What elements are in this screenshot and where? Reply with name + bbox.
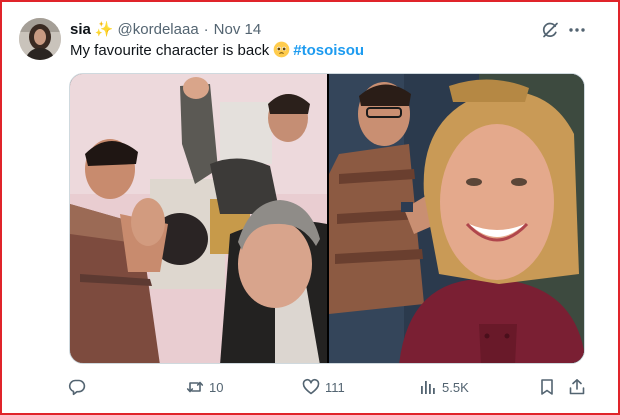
grok-icon[interactable] bbox=[540, 20, 560, 40]
heart-icon bbox=[302, 378, 320, 395]
tweet-text: My favourite character is back #tosoisou bbox=[70, 41, 364, 61]
avatar[interactable] bbox=[19, 18, 61, 60]
analytics-icon bbox=[421, 381, 435, 394]
hashtag-link[interactable]: #tosoisou bbox=[293, 42, 364, 59]
screenshot-frame: sia ✨ @kordelaaa · Nov 14 My favourite c… bbox=[0, 0, 620, 415]
repost-icon bbox=[186, 381, 204, 393]
share-icon bbox=[569, 379, 585, 395]
author-handle[interactable]: @kordelaaa bbox=[118, 21, 199, 38]
more-icon[interactable] bbox=[567, 20, 587, 40]
photo-1-image bbox=[70, 74, 327, 363]
tweet-actions: 10 111 5.5K bbox=[2, 372, 620, 402]
separator-dot: · bbox=[203, 20, 209, 38]
like-count: 111 bbox=[325, 379, 345, 395]
bookmark-icon bbox=[541, 379, 553, 395]
repost-button[interactable]: 10 bbox=[186, 372, 223, 402]
author-name[interactable]: sia bbox=[70, 21, 91, 38]
tweet-header: sia ✨ @kordelaaa · Nov 14 bbox=[70, 19, 261, 39]
photo-2-image bbox=[329, 74, 584, 363]
share-button[interactable] bbox=[568, 372, 586, 402]
reply-button[interactable] bbox=[68, 372, 91, 402]
tweet-date[interactable]: Nov 14 bbox=[214, 21, 262, 38]
photo-1[interactable] bbox=[70, 74, 327, 363]
reply-icon bbox=[68, 379, 86, 396]
view-count: 5.5K bbox=[442, 379, 469, 395]
bookmark-button[interactable] bbox=[538, 372, 556, 402]
avatar-image bbox=[19, 18, 61, 60]
photo-2[interactable] bbox=[329, 74, 584, 363]
sparkle-icon: ✨ bbox=[94, 21, 114, 38]
pleading-face-icon bbox=[273, 41, 290, 58]
tweet-body: My favourite character is back bbox=[70, 42, 270, 59]
views-button[interactable]: 5.5K bbox=[419, 372, 469, 402]
like-button[interactable]: 111 bbox=[302, 372, 345, 402]
media-grid bbox=[69, 73, 585, 364]
repost-count: 10 bbox=[209, 379, 224, 395]
